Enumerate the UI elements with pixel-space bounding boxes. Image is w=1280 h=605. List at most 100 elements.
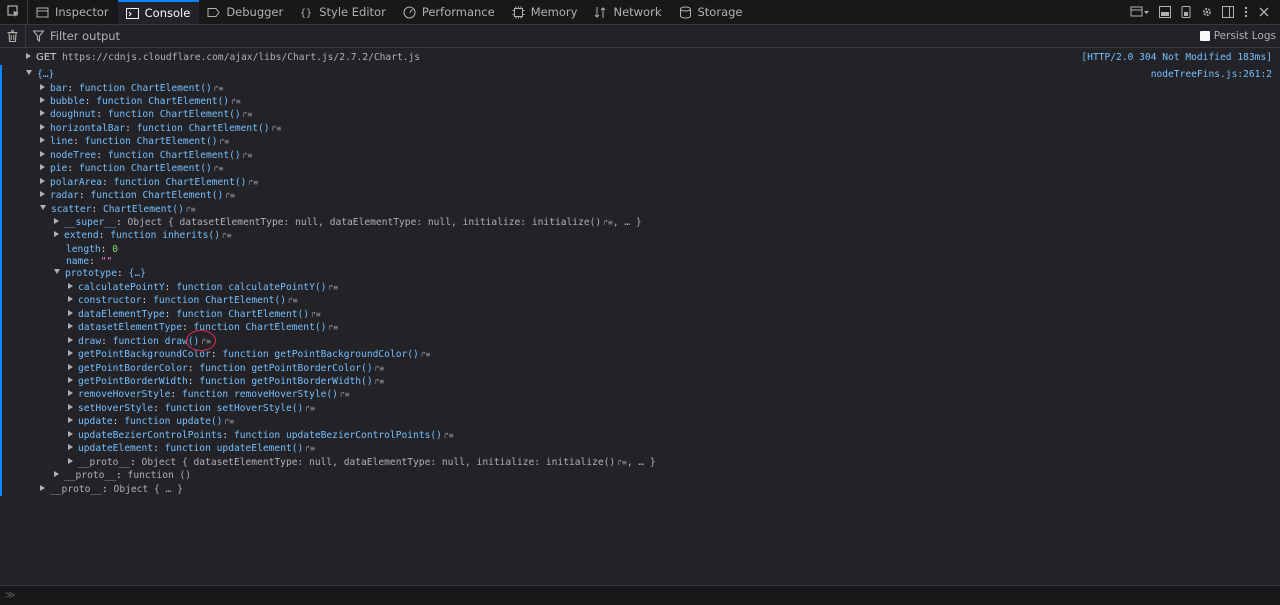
clear-console-button[interactable]: [0, 25, 26, 47]
expand-arrow-icon[interactable]: [68, 364, 73, 370]
expand-arrow-icon[interactable]: [54, 231, 59, 237]
scatter-proto-entry[interactable]: __proto__: function (): [54, 469, 191, 482]
tab-debugger[interactable]: Debugger: [199, 0, 292, 24]
collapse-arrow-icon[interactable]: [26, 70, 32, 75]
tab-network[interactable]: Network: [586, 0, 670, 24]
tab-console[interactable]: Console: [117, 0, 200, 24]
jump-to-definition-icon[interactable]: ↱≡: [214, 164, 224, 173]
tree-entry-super[interactable]: __super__: Object { datasetElementType: …: [54, 216, 642, 229]
element-picker-button[interactable]: [0, 0, 28, 24]
js-input-line[interactable]: ≫: [0, 585, 1280, 605]
expand-arrow-icon[interactable]: [68, 283, 73, 289]
prototype-entry-dataElementType[interactable]: dataElementType: function ChartElement()…: [68, 308, 321, 321]
expand-arrow-icon[interactable]: [40, 97, 45, 103]
tree-entry-nodeTree[interactable]: nodeTree: function ChartElement() ↱≡: [40, 149, 252, 162]
expand-arrow-icon[interactable]: [68, 417, 73, 423]
prototype-entry-calculatePointY[interactable]: calculatePointY: function calculatePoint…: [68, 281, 338, 294]
expand-arrow-icon[interactable]: [40, 191, 45, 197]
prototype-entry-updateElement[interactable]: updateElement: function updateElement() ↱…: [68, 442, 315, 455]
tree-entry-radar[interactable]: radar: function ChartElement() ↱≡: [40, 189, 235, 202]
expand-arrow-icon[interactable]: [68, 350, 73, 356]
jump-to-definition-icon[interactable]: ↱≡: [243, 151, 253, 160]
tab-performance[interactable]: Performance: [395, 0, 504, 24]
expand-arrow-icon[interactable]: [40, 178, 45, 184]
tree-entry-polarArea[interactable]: polarArea: function ChartElement() ↱≡: [40, 176, 258, 189]
expand-arrow-icon[interactable]: [68, 337, 73, 343]
jump-to-definition-icon[interactable]: ↱≡: [225, 191, 235, 200]
jump-to-definition-icon[interactable]: ↱≡: [421, 350, 431, 359]
jump-to-definition-icon[interactable]: ↱≡: [375, 377, 385, 386]
split-console-icon[interactable]: [1159, 6, 1171, 18]
gear-icon[interactable]: [1201, 6, 1213, 18]
prototype-proto-entry[interactable]: __proto__: Object { datasetElementType: …: [68, 456, 656, 469]
collapse-arrow-icon[interactable]: [54, 269, 60, 274]
prototype-entry-setHoverStyle[interactable]: setHoverStyle: function setHoverStyle() ↱…: [68, 402, 315, 415]
tree-entry-horizontalBar[interactable]: horizontalBar: function ChartElement() ↱≡: [40, 122, 281, 135]
jump-to-definition-icon[interactable]: ↱≡: [224, 417, 234, 426]
tree-entry-prototype[interactable]: prototype: {…}: [54, 267, 146, 280]
tree-entry-doughnut[interactable]: doughnut: function ChartElement() ↱≡: [40, 108, 252, 121]
persist-logs-checkbox[interactable]: Persist Logs: [1199, 30, 1276, 42]
jump-to-definition-icon[interactable]: ↱≡: [243, 110, 253, 119]
expand-arrow-icon[interactable]: [68, 323, 73, 329]
expand-arrow-icon[interactable]: [40, 124, 45, 130]
expand-arrow-icon[interactable]: [68, 444, 73, 450]
expand-arrow-icon[interactable]: [40, 485, 45, 491]
jump-to-definition-icon[interactable]: ↱≡: [603, 218, 613, 227]
prototype-entry-getPointBackgroundColor[interactable]: getPointBackgroundColor: function getPoi…: [68, 348, 430, 361]
tree-entry-extend[interactable]: extend: function inherits() ↱≡: [54, 229, 232, 242]
more-options-icon[interactable]: [1243, 6, 1249, 18]
expand-arrow-icon[interactable]: [40, 110, 45, 116]
jump-to-definition-icon[interactable]: ↱≡: [231, 97, 241, 106]
tree-entry-bar[interactable]: bar: function ChartElement() ↱≡: [40, 82, 223, 95]
tab-memory[interactable]: Memory: [504, 0, 587, 24]
jump-to-definition-icon[interactable]: ↱≡: [305, 444, 315, 453]
expand-arrow-icon[interactable]: [40, 151, 45, 157]
jump-to-definition-icon[interactable]: ↱≡: [375, 364, 385, 373]
prototype-entry-constructor[interactable]: constructor: function ChartElement() ↱≡: [68, 294, 298, 307]
jump-to-definition-icon[interactable]: ↱≡: [248, 178, 258, 187]
expand-arrow-icon[interactable]: [68, 390, 73, 396]
jump-to-definition-icon[interactable]: ↱≡: [340, 390, 350, 399]
dock-side-icon[interactable]: [1222, 6, 1234, 18]
close-icon[interactable]: [1258, 6, 1270, 18]
expand-arrow-icon[interactable]: [54, 218, 59, 224]
expand-arrow-icon[interactable]: [26, 53, 31, 59]
jump-to-definition-icon[interactable]: ↱≡: [220, 137, 230, 146]
persist-logs-checkbox-box[interactable]: [1199, 31, 1210, 41]
jump-to-definition-icon[interactable]: ↱≡: [186, 205, 196, 214]
expand-arrow-icon[interactable]: [68, 458, 73, 464]
jump-to-definition-icon[interactable]: ↱≡: [222, 231, 232, 240]
jump-to-definition-icon[interactable]: ↱≡: [328, 283, 338, 292]
jump-to-definition-icon[interactable]: ↱≡: [214, 84, 224, 93]
expand-arrow-icon[interactable]: [68, 431, 73, 437]
expand-arrow-icon[interactable]: [54, 471, 59, 477]
source-location-link[interactable]: nodeTreeFins.js:261:2: [1151, 68, 1272, 81]
request-url[interactable]: https://cdnjs.cloudflare.com/ajax/libs/C…: [62, 52, 420, 63]
expand-arrow-icon[interactable]: [40, 84, 45, 90]
frame-select-icon[interactable]: [1130, 6, 1150, 18]
expand-arrow-icon[interactable]: [68, 377, 73, 383]
jump-to-definition-icon[interactable]: ↱≡: [617, 458, 627, 467]
prototype-entry-update[interactable]: update: function update() ↱≡: [68, 415, 234, 428]
prototype-entry-removeHoverStyle[interactable]: removeHoverStyle: function removeHoverSt…: [68, 388, 350, 401]
network-request-row[interactable]: GET https://cdnjs.cloudflare.com/ajax/li…: [26, 51, 1280, 64]
tab-style-editor[interactable]: {} Style Editor: [292, 0, 395, 24]
expand-arrow-icon[interactable]: [68, 310, 73, 316]
tab-storage[interactable]: Storage: [671, 0, 752, 24]
collapse-arrow-icon[interactable]: [40, 205, 46, 210]
expand-arrow-icon[interactable]: [40, 164, 45, 170]
expand-arrow-icon[interactable]: [40, 137, 45, 143]
object-root-row[interactable]: {…} nodeTreeFins.js:261:2: [26, 68, 1280, 81]
root-proto-entry[interactable]: __proto__: Object { … }: [40, 483, 183, 496]
prototype-entry-updateBezierControlPoints[interactable]: updateBezierControlPoints: function upda…: [68, 429, 454, 442]
expand-arrow-icon[interactable]: [68, 296, 73, 302]
jump-to-definition-icon[interactable]: ↱≡: [272, 124, 282, 133]
tab-inspector[interactable]: Inspector: [28, 0, 118, 24]
jump-to-definition-icon[interactable]: ↱≡: [444, 431, 454, 440]
jump-to-definition-icon[interactable]: ↱≡: [328, 323, 338, 332]
prototype-entry-getPointBorderColor[interactable]: getPointBorderColor: function getPointBo…: [68, 362, 384, 375]
request-status[interactable]: [HTTP/2.0 304 Not Modified 183ms]: [1081, 51, 1272, 64]
tree-entry-line[interactable]: line: function ChartElement() ↱≡: [40, 135, 229, 148]
expand-arrow-icon[interactable]: [68, 404, 73, 410]
